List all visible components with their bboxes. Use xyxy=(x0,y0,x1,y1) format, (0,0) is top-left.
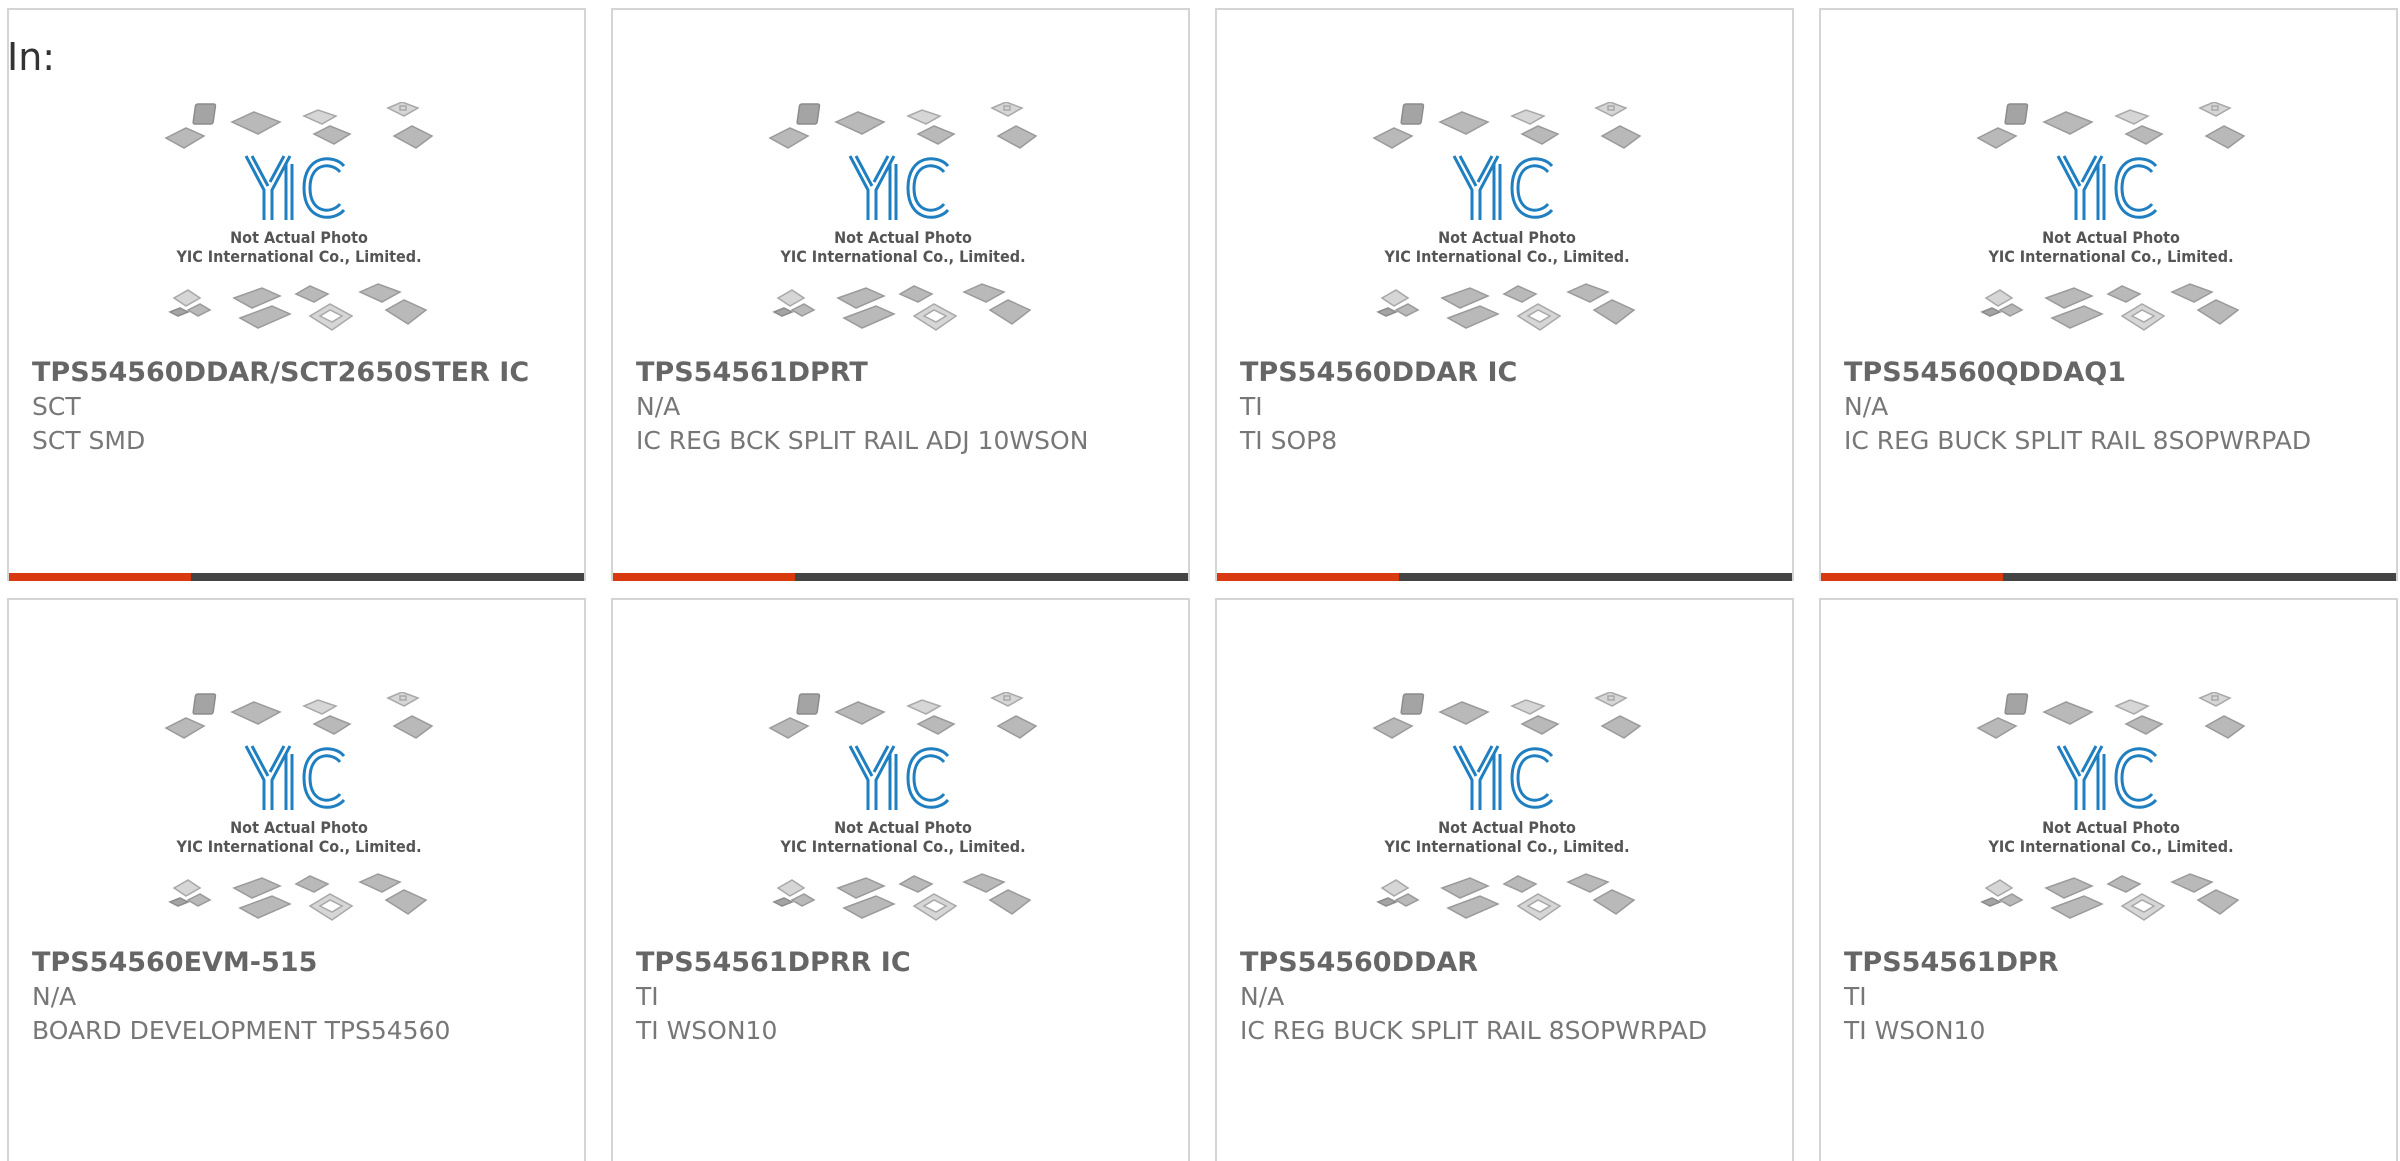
product-description: IC REG BCK SPLIT RAIL ADJ 10WSON xyxy=(636,426,1089,455)
svg-text:YIC International Co., Limited: YIC International Co., Limited. xyxy=(175,247,421,266)
product-card[interactable]: Not Actual Photo YIC International Co., L… xyxy=(1819,8,2398,581)
svg-text:YIC International Co., Limited: YIC International Co., Limited. xyxy=(1987,837,2233,856)
product-manufacturer: TI xyxy=(636,982,659,1011)
svg-text:Not Actual Photo: Not Actual Photo xyxy=(1438,228,1576,247)
card-bottom-bar xyxy=(9,573,584,581)
svg-text:Not Actual Photo: Not Actual Photo xyxy=(230,818,368,837)
svg-text:Not Actual Photo: Not Actual Photo xyxy=(834,818,972,837)
product-description: TI SOP8 xyxy=(1240,426,1338,455)
card-accent-bar xyxy=(1217,573,1399,581)
svg-text:YIC International Co., Limited: YIC International Co., Limited. xyxy=(1383,247,1629,266)
product-description: IC REG BUCK SPLIT RAIL 8SOPWRPAD xyxy=(1240,1016,1708,1045)
product-manufacturer: N/A xyxy=(636,392,681,421)
placeholder-photo-icon: Not Actual PhotoYIC International Co., L… xyxy=(768,692,1038,921)
product-manufacturer: TI xyxy=(1844,982,1867,1011)
card-bottom-bar xyxy=(613,573,1188,581)
svg-text:YIC International Co., Limited: YIC International Co., Limited. xyxy=(1383,837,1629,856)
product-part-number[interactable]: TPS54560DDAR xyxy=(1240,946,1770,980)
product-part-number[interactable]: TPS54560QDDAQ1 xyxy=(1844,356,2374,390)
product-description: BOARD DEVELOPMENT TPS54560 xyxy=(32,1016,451,1045)
product-grid-page: In: Not Actual Photo YIC International Co… xyxy=(0,0,2400,1161)
product-card[interactable]: Not Actual Photo YIC International Co., L… xyxy=(7,598,586,1161)
svg-text:Not Actual Photo: Not Actual Photo xyxy=(2042,228,2180,247)
product-manufacturer: SCT xyxy=(32,392,81,421)
product-card[interactable]: Not Actual Photo YIC International Co., L… xyxy=(611,598,1190,1161)
product-description: SCT SMD xyxy=(32,426,146,455)
card-accent-bar xyxy=(613,573,795,581)
product-card[interactable]: Not Actual Photo YIC International Co., L… xyxy=(611,8,1190,581)
svg-text:Not Actual Photo: Not Actual Photo xyxy=(230,228,368,247)
placeholder-photo-icon: Not Actual PhotoYIC International Co., L… xyxy=(164,102,434,331)
product-manufacturer: N/A xyxy=(1240,982,1285,1011)
product-part-number[interactable]: TPS54560DDAR/SCT2650STER IC xyxy=(32,356,562,390)
product-description: IC REG BUCK SPLIT RAIL 8SOPWRPAD xyxy=(1844,426,2312,455)
product-manufacturer: N/A xyxy=(1844,392,1889,421)
product-card[interactable]: Not Actual Photo YIC International Co., L… xyxy=(1215,8,1794,581)
svg-text:YIC International Co., Limited: YIC International Co., Limited. xyxy=(1987,247,2233,266)
product-manufacturer: TI xyxy=(1240,392,1263,421)
product-part-number[interactable]: TPS54561DPRT xyxy=(636,356,1166,390)
product-part-number[interactable]: TPS54560DDAR IC xyxy=(1240,356,1770,390)
svg-text:YIC International Co., Limited: YIC International Co., Limited. xyxy=(779,837,1025,856)
svg-text:Not Actual Photo: Not Actual Photo xyxy=(2042,818,2180,837)
svg-text:YIC International Co., Limited: YIC International Co., Limited. xyxy=(779,247,1025,266)
product-card[interactable]: Not Actual Photo YIC International Co., L… xyxy=(1215,598,1794,1161)
placeholder-photo-icon: Not Actual PhotoYIC International Co., L… xyxy=(1976,692,2246,921)
product-part-number[interactable]: TPS54561DPR xyxy=(1844,946,2374,980)
card-accent-bar xyxy=(1821,573,2003,581)
card-accent-bar xyxy=(9,573,191,581)
product-manufacturer: N/A xyxy=(32,982,77,1011)
product-part-number[interactable]: TPS54560EVM-515 xyxy=(32,946,562,980)
card-bottom-bar xyxy=(1821,573,2396,581)
svg-text:YIC International Co., Limited: YIC International Co., Limited. xyxy=(175,837,421,856)
product-description: TI WSON10 xyxy=(1844,1016,1986,1045)
placeholder-photo-icon: Not Actual PhotoYIC International Co., L… xyxy=(1372,102,1642,331)
placeholder-photo-icon: Not Actual PhotoYIC International Co., L… xyxy=(1976,102,2246,331)
placeholder-photo-icon: Not Actual PhotoYIC International Co., L… xyxy=(768,102,1038,331)
placeholder-photo-icon: Not Actual PhotoYIC International Co., L… xyxy=(164,692,434,921)
in-label: In: xyxy=(7,35,56,79)
placeholder-photo-icon: Not Actual PhotoYIC International Co., L… xyxy=(1372,692,1642,921)
svg-text:Not Actual Photo: Not Actual Photo xyxy=(834,228,972,247)
product-card[interactable]: Not Actual Photo YIC International Co., L… xyxy=(1819,598,2398,1161)
svg-text:Not Actual Photo: Not Actual Photo xyxy=(1438,818,1576,837)
product-description: TI WSON10 xyxy=(636,1016,778,1045)
product-part-number[interactable]: TPS54561DPRR IC xyxy=(636,946,1166,980)
product-card[interactable]: Not Actual Photo YIC International Co., L… xyxy=(7,8,586,581)
card-bottom-bar xyxy=(1217,573,1792,581)
